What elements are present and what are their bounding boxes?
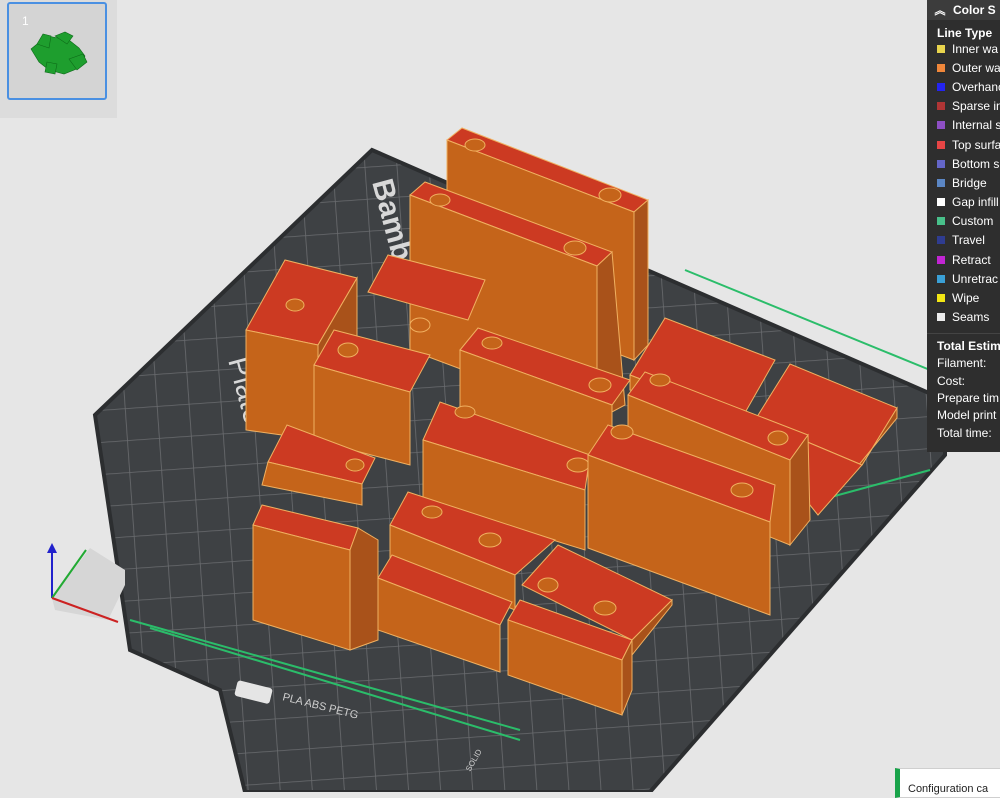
line-type-swatch [937, 236, 945, 245]
line-type-swatch [937, 121, 945, 130]
line-type-swatch [937, 294, 945, 303]
line-type-item[interactable]: Custom [927, 212, 1000, 231]
line-type-swatch [937, 44, 945, 53]
line-type-swatch [937, 178, 945, 187]
line-type-label: Seams [952, 310, 990, 325]
line-type-label: Outer wa [952, 60, 1000, 75]
line-type-label: Top surfa [952, 137, 1000, 152]
line-type-title: Line Type [937, 26, 993, 40]
line-type-list: Inner wa Outer wa Overhanc Sparse in Interna… [927, 39, 1000, 327]
line-type-label: Overhanc [952, 79, 1000, 94]
estimation-item: Total time: [937, 425, 992, 440]
plate-thumbnail[interactable]: 1 [7, 2, 107, 100]
line-type-label: Retract [952, 252, 991, 267]
3d-viewport[interactable]: Bambu Plate PLA ABS PETG SOLID [0, 0, 1000, 794]
line-type-item[interactable]: Retract [927, 250, 1000, 269]
line-type-label: Inner wa [952, 41, 999, 56]
line-type-item[interactable]: Internal s [927, 116, 1000, 135]
line-type-item[interactable]: Overhanc [927, 77, 1000, 96]
color-scheme-panel: ︽ Color S Line Type Inner wa Outer wa Over… [927, 0, 1000, 452]
line-type-swatch [937, 255, 945, 264]
legend-header[interactable]: ︽ Color S [927, 0, 1000, 20]
line-type-item[interactable]: Outer wa [927, 58, 1000, 77]
line-type-swatch [937, 140, 945, 149]
line-type-item[interactable]: Bridge [927, 173, 1000, 192]
line-type-item[interactable]: Wipe [927, 288, 1000, 307]
line-type-item[interactable]: Unretrac [927, 269, 1000, 288]
line-type-swatch [937, 82, 945, 91]
line-type-label: Unretrac [952, 271, 999, 286]
estimation-item: Prepare tim [937, 391, 1000, 406]
line-type-label: Wipe [952, 291, 980, 306]
line-type-swatch [937, 63, 945, 72]
line-type-swatch [937, 198, 945, 207]
notification-text: Configuration ca [908, 783, 989, 795]
line-type-item[interactable]: Inner wa [927, 39, 1000, 58]
plate-thumbnail-model [30, 31, 88, 75]
line-type-label: Custom [952, 214, 994, 229]
total-estimation-title: Total Estim [927, 332, 1000, 355]
line-type-label: Bottom s [952, 156, 1000, 171]
build-plate-scene[interactable]: Bambu Plate PLA ABS PETG SOLID [0, 0, 1000, 794]
plate-list-panel: 1 [0, 0, 117, 118]
line-type-item[interactable]: Travel [927, 231, 1000, 250]
line-type-label: Sparse in [952, 99, 1000, 114]
line-type-item[interactable]: Gap infill [927, 193, 1000, 212]
line-type-swatch [937, 274, 945, 283]
line-type-item[interactable]: Bottom s [927, 154, 1000, 173]
notification-toast[interactable]: Configuration ca [895, 768, 1000, 798]
estimation-item: Cost: [937, 373, 966, 388]
line-type-label: Bridge [952, 175, 987, 190]
line-type-swatch [937, 313, 945, 322]
collapse-chevron-icon[interactable]: ︽ [927, 2, 953, 18]
line-type-swatch [937, 159, 945, 168]
line-type-label: Gap infill [952, 195, 999, 210]
legend-header-title: Color S [953, 3, 996, 17]
line-type-swatch [937, 217, 945, 226]
line-type-item[interactable]: Seams [927, 308, 1000, 327]
line-type-label: Internal s [952, 118, 1000, 133]
estimation-list: Filament: Cost: Prepare tim Model print Tota… [927, 355, 1000, 441]
estimation-item: Filament: [937, 356, 987, 371]
line-type-swatch [937, 102, 945, 111]
line-type-item[interactable]: Sparse in [927, 97, 1000, 116]
line-type-item[interactable]: Top surfa [927, 135, 1000, 154]
line-type-label: Travel [952, 233, 985, 248]
estimation-item: Model print [937, 408, 997, 423]
